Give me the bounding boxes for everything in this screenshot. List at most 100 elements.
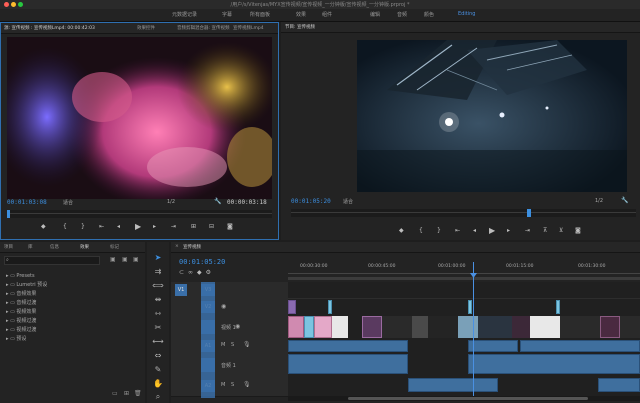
add-marker-icon[interactable]: ◆	[197, 269, 206, 276]
tree-item[interactable]: ▸ ▭ 视频效果	[6, 308, 141, 317]
step-forward-icon[interactable]: ▸	[507, 227, 510, 234]
tree-item[interactable]: ▸ ▭ 视频过渡	[6, 326, 141, 335]
extract-icon[interactable]: ⊻	[559, 227, 563, 234]
linked-selection-icon[interactable]: ∞	[188, 269, 197, 276]
program-video-frame[interactable]	[357, 40, 627, 192]
audio-clip[interactable]	[288, 340, 408, 352]
go-to-in-icon[interactable]: ⇤	[455, 227, 460, 234]
tab-markers[interactable]: 标记	[110, 244, 119, 250]
tree-item[interactable]: ▸ ▭ Presets	[6, 272, 141, 281]
play-icon[interactable]: ▶	[135, 222, 141, 231]
marker-icon[interactable]: ◆	[41, 223, 46, 230]
source-timecode[interactable]: 00:01:03:08	[7, 199, 47, 206]
track-select-icon[interactable]: ⇉	[152, 266, 164, 278]
video-clip[interactable]	[512, 316, 530, 338]
razor-icon[interactable]: ✂	[152, 322, 164, 334]
step-back-icon[interactable]: ◂	[117, 223, 120, 230]
timeline-timecode[interactable]: 00:01:05:20	[179, 258, 225, 266]
go-to-in-icon[interactable]: ⇤	[99, 223, 104, 230]
mute-button[interactable]: M	[221, 382, 225, 388]
track-header-a1-audio[interactable]: 音频 1	[171, 354, 288, 377]
timeline-ruler[interactable]: 00:00:30:00 00:00:45:00 00:01:00:00 00:0…	[288, 262, 640, 276]
audio-clip[interactable]	[408, 378, 498, 392]
video-clip[interactable]	[382, 316, 412, 338]
tree-item[interactable]: ▸ ▭ 视频过渡	[6, 317, 141, 326]
timeline-tab[interactable]: 宣传视频	[183, 244, 201, 250]
video-clip[interactable]	[348, 316, 362, 338]
audio-mixer-tab[interactable]: 音频剪辑混合器: 宣传视频	[177, 25, 229, 31]
zoom-icon[interactable]: ⌕	[152, 391, 164, 403]
video-clip[interactable]	[288, 316, 304, 338]
program-scrubber[interactable]	[291, 209, 636, 217]
program-monitor-tab[interactable]: 节目: 宣传视频	[285, 24, 315, 30]
tab-info[interactable]: 信息	[50, 244, 59, 250]
step-back-icon[interactable]: ◂	[473, 227, 476, 234]
insert-icon[interactable]: ⊞	[191, 223, 196, 230]
ripple-edit-icon[interactable]: ⟺	[152, 280, 164, 292]
video-clip[interactable]	[478, 316, 512, 338]
workspace-tab[interactable]: 颜色	[424, 11, 434, 18]
slip-icon[interactable]: ⟷	[152, 336, 164, 348]
workspace-tab-active[interactable]: Editing	[458, 11, 475, 17]
mark-out-icon[interactable]: }	[81, 223, 85, 230]
delete-icon[interactable]: 🗑	[134, 390, 142, 397]
video-clip[interactable]	[458, 316, 478, 338]
audio-clip[interactable]	[468, 340, 518, 352]
hand-icon[interactable]: ✋	[152, 378, 164, 390]
video-clip[interactable]	[288, 300, 296, 314]
video-clip[interactable]	[328, 300, 332, 314]
track-header-v2[interactable]: V2 ◉	[171, 299, 288, 317]
video-clip[interactable]	[412, 316, 428, 338]
workspace-tab[interactable]: 效果	[296, 11, 306, 18]
mark-out-icon[interactable]: }	[437, 227, 441, 234]
mic-icon[interactable]: 🎙	[243, 381, 251, 388]
track-header-v3[interactable]: V1 V3	[171, 282, 288, 300]
video-clip[interactable]	[468, 300, 472, 314]
wrench-icon[interactable]: 🔧	[214, 198, 221, 205]
source-fit-dropdown[interactable]: 适合	[63, 199, 73, 206]
effects-search-input[interactable]: ⌕	[4, 256, 100, 265]
selection-icon[interactable]: ➤	[152, 252, 164, 264]
lift-icon[interactable]: ⊼	[543, 227, 547, 234]
32bit-effects-icon[interactable]: ▣	[122, 256, 128, 263]
work-area-bar[interactable]	[288, 277, 640, 280]
tracks-area[interactable]	[288, 282, 640, 398]
go-to-out-icon[interactable]: ⇥	[171, 223, 176, 230]
slide-icon[interactable]: ⇔	[152, 350, 164, 362]
settings-icon[interactable]: ⚙	[206, 269, 215, 276]
eye-icon[interactable]: ◉	[235, 323, 240, 330]
new-item-icon[interactable]: ⊞	[124, 390, 129, 397]
video-clip[interactable]	[428, 316, 458, 338]
track-header-a2[interactable]: A2 M S 🎙	[171, 376, 288, 397]
mark-in-icon[interactable]: {	[419, 227, 423, 234]
mic-icon[interactable]: 🎙	[243, 341, 251, 348]
mark-in-icon[interactable]: {	[63, 223, 67, 230]
program-fit-dropdown[interactable]: 适合	[343, 198, 353, 205]
workspace-tab[interactable]: 元数据记录	[172, 11, 197, 18]
tree-item[interactable]: ▸ ▭ 预设	[6, 335, 141, 344]
track-header-a1[interactable]: A1 M S 🎙	[171, 338, 288, 355]
source-scrubber[interactable]	[7, 210, 272, 218]
source-monitor-tab[interactable]: 源: 宣传视频 : 宣传视频Lmp4: 00:00:42:03	[4, 25, 95, 31]
video-clip[interactable]	[304, 316, 314, 338]
tab-effects[interactable]: 效果	[80, 244, 89, 250]
overwrite-icon[interactable]: ⊟	[209, 223, 214, 230]
solo-button[interactable]: S	[231, 342, 234, 348]
wrench-icon[interactable]: 🔧	[621, 197, 628, 204]
video-clip[interactable]	[560, 316, 600, 338]
accelerated-effects-icon[interactable]: ▣	[110, 256, 116, 263]
source-resolution-dropdown[interactable]: 1/2	[167, 199, 175, 205]
yuv-effects-icon[interactable]: ▣	[133, 256, 139, 263]
tab-project[interactable]: 项目	[4, 244, 13, 250]
video-clip[interactable]	[362, 316, 382, 338]
solo-button[interactable]: S	[231, 382, 234, 388]
audio-clip[interactable]	[520, 340, 640, 352]
close-icon[interactable]: ×	[175, 244, 179, 249]
workspace-tab[interactable]: 组件	[322, 11, 332, 18]
scrollbar-thumb[interactable]	[348, 397, 588, 400]
snap-icon[interactable]: ⊂	[179, 269, 188, 276]
track-header-v1[interactable]: 视频 1 ◉	[171, 316, 288, 339]
step-forward-icon[interactable]: ▸	[153, 223, 156, 230]
audio-clip[interactable]	[598, 378, 640, 392]
tab-library[interactable]: 库	[28, 244, 33, 250]
